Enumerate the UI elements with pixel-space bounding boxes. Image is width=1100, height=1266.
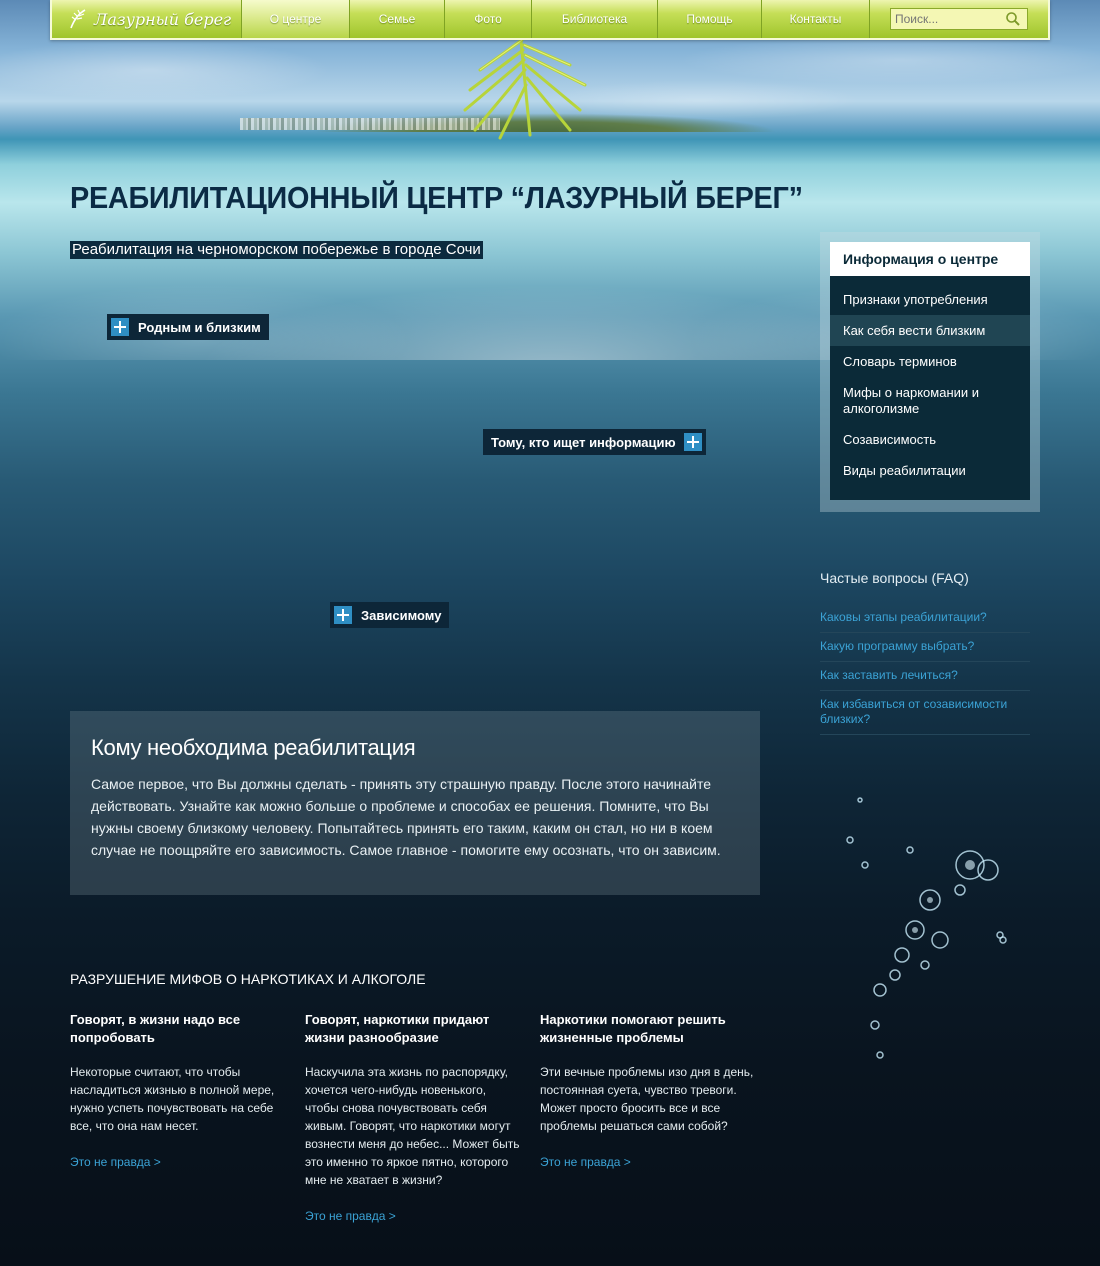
nav-item-contacts[interactable]: Контакты (762, 0, 870, 38)
hotspot-info-seeker-label: Тому, кто ищет информацию (491, 434, 676, 450)
plus-icon (111, 318, 129, 336)
myth-heading: Наркотики помогают решить жизненные проб… (540, 1012, 726, 1045)
search-area (870, 0, 1048, 38)
myths-section-title: РАЗРУШЕНИЕ МИФОВ О НАРКОТИКАХ И АЛКОГОЛЕ (70, 971, 426, 987)
sidebar-info-title: Информация о центре (830, 242, 1030, 276)
who-needs-rehab-box: Кому необходима реабилитация Самое перво… (70, 711, 760, 895)
faq-link[interactable]: Как избавиться от созависимости близких? (820, 691, 1030, 735)
sidebar-item-codependency[interactable]: Созависимость (830, 424, 1030, 455)
myth-link[interactable]: Это не правда > (70, 1155, 161, 1169)
myth-text: Эти вечные проблемы изо дня в день, пост… (540, 1065, 754, 1133)
sidebar-item-behavior[interactable]: Как себя вести близким (830, 315, 1030, 346)
search-box (890, 8, 1028, 30)
faq-section: Частые вопросы (FAQ) Каковы этапы реабил… (820, 570, 1030, 735)
who-title: Кому необходима реабилитация (91, 735, 416, 760)
plus-icon (683, 433, 702, 451)
bubbles-image (846, 797, 1007, 1059)
sidebar-item-glossary[interactable]: Словарь терминов (830, 346, 1030, 377)
nav-item-photo[interactable]: Фото (445, 0, 532, 38)
faq-link[interactable]: Каковы этапы реабилитации? (820, 604, 1030, 633)
palm-leaf-icon (70, 9, 86, 29)
myth-text: Наскучила эта жизнь по распорядку, хочет… (305, 1065, 520, 1187)
top-nav: Лазурный берег О центре Семье Фото Библи… (50, 0, 1050, 40)
faq-title: Частые вопросы (FAQ) (820, 570, 969, 586)
logo[interactable]: Лазурный берег (52, 0, 242, 38)
myth-text: Некоторые считают, что чтобы насладиться… (70, 1065, 275, 1133)
palm-leaf-image (463, 30, 587, 140)
sidebar-info-panel: Информация о центре Признаки употреблени… (820, 232, 1040, 512)
sidebar-item-signs[interactable]: Признаки употребления (830, 284, 1030, 315)
search-input[interactable] (895, 12, 1005, 26)
hotspot-addicted[interactable]: Зависимому (330, 602, 450, 628)
myth-card: Наркотики помогают решить жизненные проб… (540, 1011, 755, 1171)
faq-link[interactable]: Какую программу выбрать? (820, 633, 1030, 662)
myth-card: Говорят, наркотики придают жизни разнооб… (305, 1011, 520, 1225)
page-title: РЕАБИЛИТАЦИОННЫЙ ЦЕНТР “ЛАЗУРНЫЙ БЕРЕГ” (70, 180, 803, 215)
myth-heading: Говорят, наркотики придают жизни разнооб… (305, 1012, 490, 1045)
page-subtitle: Реабилитация на черноморском побережье в… (70, 241, 483, 259)
nav-item-about[interactable]: О центре (242, 0, 350, 38)
myth-heading: Говорят, в жизни надо все попробовать (70, 1012, 241, 1045)
sidebar-item-rehab-types[interactable]: Виды реабилитации (830, 455, 1030, 486)
hotspot-addicted-label: Зависимому (361, 607, 442, 623)
myth-link[interactable]: Это не правда > (540, 1155, 631, 1169)
sidebar-menu: Признаки употребления Как себя вести бли… (830, 276, 1030, 486)
plus-icon (334, 606, 352, 624)
hotspot-info-seeker[interactable]: Тому, кто ищет информацию (483, 429, 706, 455)
hotspot-relatives[interactable]: Родным и близким (107, 314, 269, 340)
sidebar-item-myths[interactable]: Мифы о наркомании и алкоголизме (830, 377, 1030, 424)
search-icon[interactable] (1005, 11, 1021, 27)
myth-card: Говорят, в жизни надо все попробовать Не… (70, 1011, 285, 1171)
nav-item-family[interactable]: Семье (350, 0, 445, 38)
nav-item-library[interactable]: Библиотека (532, 0, 658, 38)
nav-item-help[interactable]: Помощь (658, 0, 762, 38)
faq-link[interactable]: Как заставить лечиться? (820, 662, 1030, 691)
sidebar-info-inner: Информация о центре Признаки употреблени… (830, 242, 1030, 500)
logo-text: Лазурный берег (94, 9, 232, 29)
myth-link[interactable]: Это не правда > (305, 1209, 396, 1223)
who-text: Самое первое, что Вы должны сделать - пр… (91, 776, 721, 858)
hotspot-relatives-label: Родным и близким (138, 319, 261, 335)
